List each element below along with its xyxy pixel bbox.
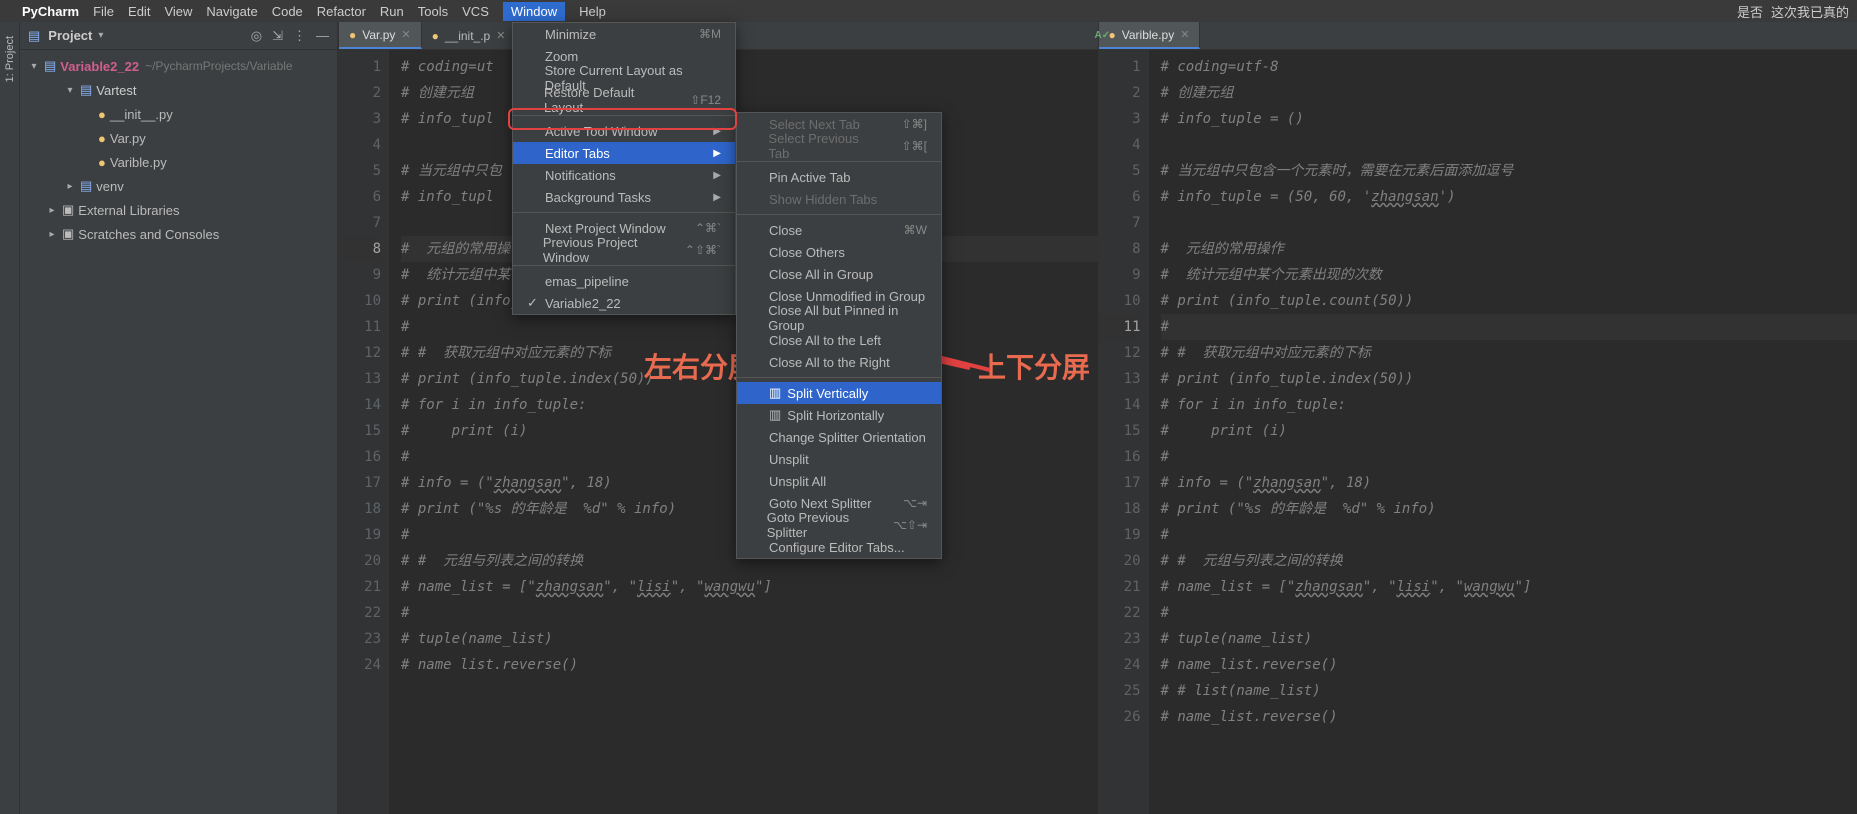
project-toolwindow-button[interactable]: 1: Project bbox=[4, 36, 16, 82]
chevron-down-icon[interactable]: ▾ bbox=[98, 30, 103, 41]
tree-item[interactable]: ▾▤Vartest bbox=[20, 78, 337, 102]
menu-code[interactable]: Code bbox=[272, 4, 303, 19]
menu-item: Show Hidden Tabs bbox=[737, 188, 941, 210]
tree-item[interactable]: ●Varible.py bbox=[20, 150, 337, 174]
close-icon[interactable]: ✕ bbox=[1180, 28, 1189, 41]
folder-icon: ▤ bbox=[28, 28, 40, 44]
menu-item[interactable]: ▥ Split Vertically bbox=[737, 382, 941, 404]
menu-edit[interactable]: Edit bbox=[128, 4, 150, 19]
menu-item[interactable]: Previous Project Window⌃⇧⌘` bbox=[513, 239, 735, 261]
menu-item[interactable]: Background Tasks▶ bbox=[513, 186, 735, 208]
inspection-badge: A✓ bbox=[1095, 30, 1111, 41]
menu-item[interactable]: Minimize⌘M bbox=[513, 23, 735, 45]
menu-vcs[interactable]: VCS bbox=[462, 4, 489, 19]
menu-view[interactable]: View bbox=[164, 4, 192, 19]
menu-item[interactable]: Configure Editor Tabs... bbox=[737, 536, 941, 558]
menu-item[interactable]: Close⌘W bbox=[737, 219, 941, 241]
menu-navigate[interactable]: Navigate bbox=[206, 4, 257, 19]
app-name: PyCharm bbox=[22, 4, 79, 19]
menu-window[interactable]: Window bbox=[503, 2, 565, 21]
menu-item[interactable]: Close Others bbox=[737, 241, 941, 263]
menu-item[interactable]: Notifications▶ bbox=[513, 164, 735, 186]
status-text-1: 是否 bbox=[1737, 2, 1763, 21]
editor-tab[interactable]: ●Varible.py✕ bbox=[1099, 22, 1201, 49]
menu-tools[interactable]: Tools bbox=[418, 4, 448, 19]
project-panel: ▤ Project ▾ ◎ ⇲ ⋮ — ▾▤ Variable2_22 ~/Py… bbox=[20, 22, 338, 814]
editor-pane-right: A✓ ●Varible.py✕ 123456789101112131415161… bbox=[1098, 22, 1857, 814]
locate-icon[interactable]: ◎ bbox=[251, 28, 262, 44]
menu-item: Select Previous Tab⇧⌘[ bbox=[737, 135, 941, 157]
tree-item[interactable]: ▸▤venv bbox=[20, 174, 337, 198]
menu-item[interactable]: Editor Tabs▶ bbox=[513, 142, 735, 164]
menu-item[interactable]: ▥ Split Horizontally bbox=[737, 404, 941, 426]
menu-item[interactable]: Pin Active Tab bbox=[737, 166, 941, 188]
macos-menubar: PyCharm File Edit View Navigate Code Refactor… bbox=[0, 0, 1857, 22]
menu-refactor[interactable]: Refactor bbox=[317, 4, 366, 19]
tree-item[interactable]: ●Var.py bbox=[20, 126, 337, 150]
menu-item[interactable]: ✓Variable2_22 bbox=[513, 292, 735, 314]
code-editor-right[interactable]: # coding=utf-8# 创建元组# info_tuple = () # … bbox=[1149, 50, 1857, 814]
editor-tabs-submenu: Select Next Tab⇧⌘]Select Previous Tab⇧⌘[… bbox=[736, 112, 942, 559]
menu-item[interactable]: Active Tool Window▶ bbox=[513, 120, 735, 142]
split-v-icon: ▥ bbox=[769, 385, 781, 401]
split-h-icon: ▥ bbox=[769, 407, 781, 423]
minimize-icon[interactable]: — bbox=[316, 28, 329, 44]
menu-item[interactable]: Close All but Pinned in Group bbox=[737, 307, 941, 329]
collapse-icon[interactable]: ⇲ bbox=[272, 28, 283, 44]
more-icon[interactable]: ⋮ bbox=[293, 28, 306, 44]
menu-item[interactable]: Change Splitter Orientation bbox=[737, 426, 941, 448]
menu-run[interactable]: Run bbox=[380, 4, 404, 19]
close-icon[interactable]: ✕ bbox=[496, 29, 505, 42]
menu-item[interactable]: Unsplit All bbox=[737, 470, 941, 492]
menu-item[interactable]: Close All in Group bbox=[737, 263, 941, 285]
tool-window-rail: 1: Project bbox=[0, 22, 20, 814]
tree-item[interactable]: ●__init__.py bbox=[20, 102, 337, 126]
panel-title[interactable]: Project bbox=[48, 28, 92, 43]
menu-help[interactable]: Help bbox=[579, 4, 606, 19]
window-menu-dropdown: Minimize⌘MZoomStore Current Layout as De… bbox=[512, 22, 736, 315]
menu-file[interactable]: File bbox=[93, 4, 114, 19]
project-root[interactable]: ▾▤ Variable2_22 ~/PycharmProjects/Variab… bbox=[20, 54, 337, 78]
close-icon[interactable]: ✕ bbox=[401, 28, 410, 41]
menu-item[interactable]: Close All to the Right bbox=[737, 351, 941, 373]
status-text-2: 这次我已真的 bbox=[1771, 2, 1849, 21]
menu-item[interactable]: emas_pipeline bbox=[513, 270, 735, 292]
editor-tab[interactable]: ●__init_.p✕ bbox=[422, 22, 517, 49]
menu-item[interactable]: Unsplit bbox=[737, 448, 941, 470]
tree-item[interactable]: ▸▣Scratches and Consoles bbox=[20, 222, 337, 246]
tree-item[interactable]: ▸▣External Libraries bbox=[20, 198, 337, 222]
menu-item[interactable]: Goto Previous Splitter⌥⇧⇥ bbox=[737, 514, 941, 536]
menu-item[interactable]: Restore Default Layout⇧F12 bbox=[513, 89, 735, 111]
editor-tab[interactable]: ●Var.py✕ bbox=[339, 22, 422, 49]
